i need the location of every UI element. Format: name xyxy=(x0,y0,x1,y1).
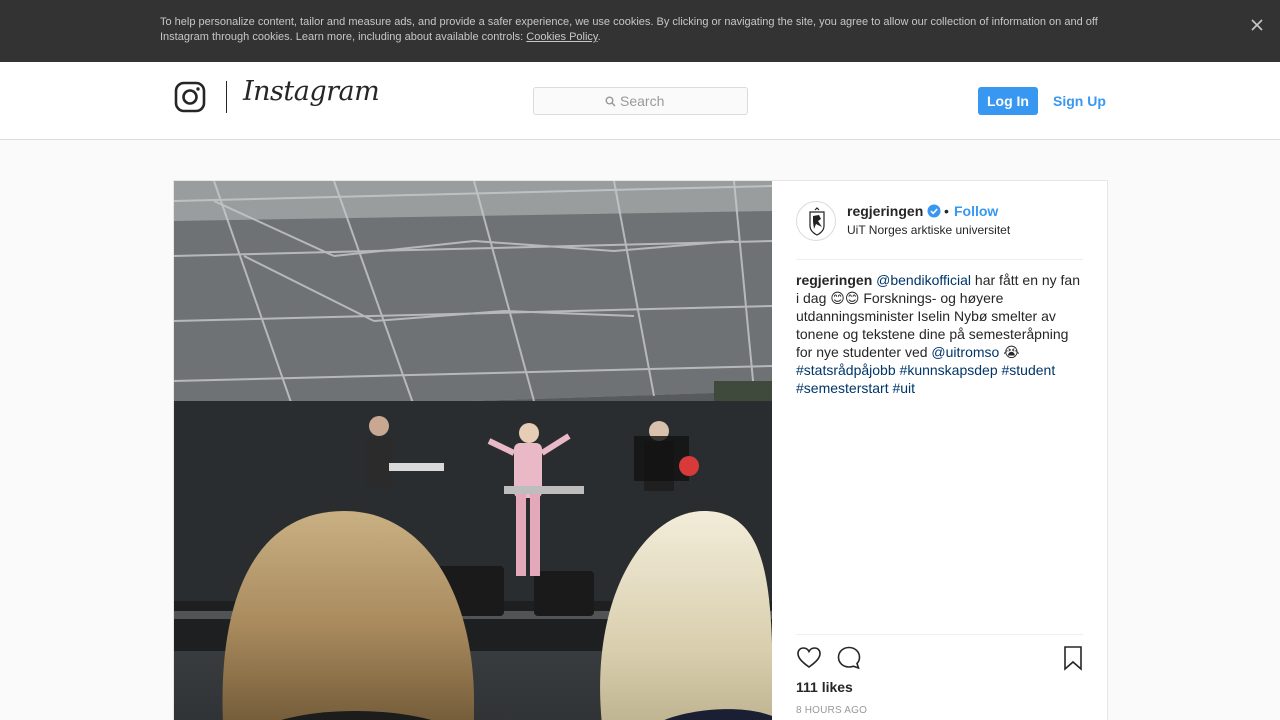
cookies-policy-link[interactable]: Cookies Policy xyxy=(526,31,597,43)
hashtag-link[interactable]: #statsrådpåjobb xyxy=(796,362,896,378)
heart-icon[interactable] xyxy=(796,645,822,671)
top-navbar: Instagram Log In Sign Up xyxy=(0,62,1280,140)
bookmark-icon[interactable] xyxy=(1061,645,1087,671)
hashtag-link[interactable]: #uit xyxy=(892,380,915,396)
cookie-banner: To help personalize content, tailor and … xyxy=(0,0,1280,62)
post-sidebar: regjeringen • Follow UiT Norges arktiske… xyxy=(772,181,1107,720)
separator-dot: • xyxy=(944,203,949,219)
cookie-text: To help personalize content, tailor and … xyxy=(160,15,1120,45)
likes-count[interactable]: 111 likes xyxy=(796,679,853,695)
caption-emoji: 😭 xyxy=(999,344,1020,360)
cookie-trailing: . xyxy=(597,31,601,43)
concert-photo-illustration xyxy=(174,181,772,720)
post-timestamp[interactable]: 8 hours ago xyxy=(796,705,867,716)
follow-button[interactable]: Follow xyxy=(954,203,998,219)
logo-divider xyxy=(226,81,227,113)
avatar[interactable] xyxy=(796,201,836,241)
search-box[interactable] xyxy=(533,87,748,115)
hashtag-link[interactable]: #student xyxy=(1002,362,1056,378)
post-username[interactable]: regjeringen xyxy=(847,203,923,219)
mention-uitromso[interactable]: @uitromso xyxy=(931,344,999,360)
signup-link[interactable]: Sign Up xyxy=(1053,93,1106,109)
comment-icon[interactable] xyxy=(836,645,862,671)
cookie-message: To help personalize content, tailor and … xyxy=(160,16,1098,43)
search-input[interactable] xyxy=(620,91,740,111)
post-location[interactable]: UiT Norges arktiske universitet xyxy=(847,223,1010,237)
hashtag-link[interactable]: #semesterstart xyxy=(796,380,889,396)
divider xyxy=(796,634,1083,635)
post-photo[interactable] xyxy=(174,181,772,720)
login-button[interactable]: Log In xyxy=(978,87,1038,115)
instagram-glyph-icon[interactable] xyxy=(174,81,206,113)
instagram-wordmark[interactable]: Instagram xyxy=(243,76,380,107)
search-icon xyxy=(605,96,616,107)
verified-badge-icon xyxy=(927,204,941,218)
close-icon[interactable] xyxy=(1248,16,1266,34)
post-caption: regjeringen @bendikofficial har fått en … xyxy=(796,271,1086,397)
mention-bendikofficial[interactable]: @bendikofficial xyxy=(876,272,971,288)
post-card: regjeringen • Follow UiT Norges arktiske… xyxy=(173,180,1108,720)
divider xyxy=(796,259,1083,260)
hashtag-link[interactable]: #kunnskapsdep xyxy=(900,362,998,378)
caption-username[interactable]: regjeringen xyxy=(796,272,872,288)
coat-of-arms-lion-icon xyxy=(809,207,825,236)
